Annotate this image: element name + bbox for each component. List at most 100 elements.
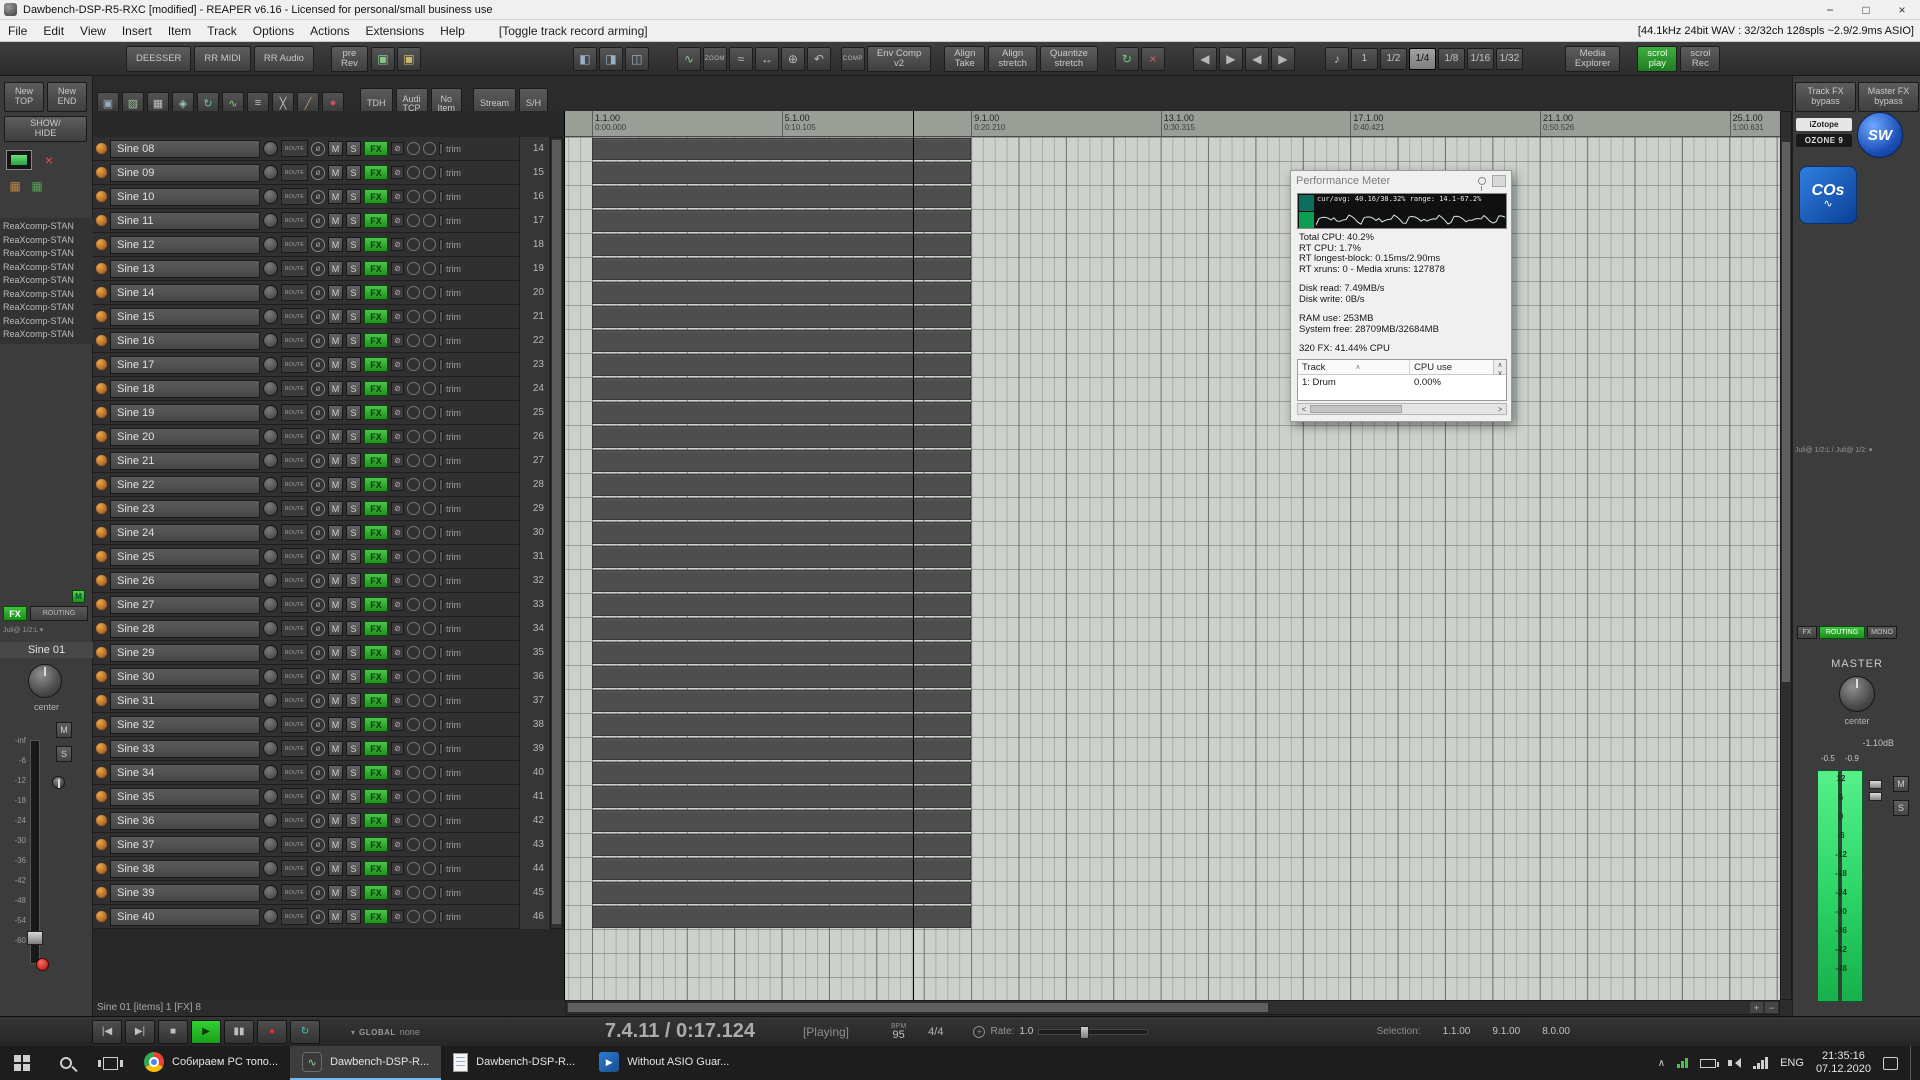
solo-button[interactable]: S bbox=[346, 789, 361, 804]
solo-button[interactable]: S bbox=[346, 429, 361, 444]
env2-button[interactable] bbox=[423, 526, 436, 539]
fx-bypass-button[interactable]: ⊘ bbox=[391, 382, 404, 395]
env1-button[interactable] bbox=[407, 742, 420, 755]
route-button[interactable]: ROUTE bbox=[281, 188, 308, 205]
fx-bypass-button[interactable]: ⊘ bbox=[391, 190, 404, 203]
bpm-display[interactable]: BPM95 bbox=[891, 1023, 906, 1041]
track-row[interactable]: Sine 13ROUTEøMSFX⊘trim19 bbox=[93, 257, 549, 281]
fx-bypass-button[interactable]: ⊘ bbox=[391, 814, 404, 827]
media-item[interactable] bbox=[592, 762, 971, 784]
fx-chain-item[interactable]: ReaXcomp-STAN bbox=[3, 274, 93, 288]
track-color-icon[interactable] bbox=[96, 815, 107, 826]
next-marker-icon[interactable]: ▶ bbox=[1219, 47, 1243, 71]
pause-button[interactable]: ▮▮ bbox=[224, 1020, 254, 1044]
note-icon[interactable]: ♪ bbox=[1325, 47, 1349, 71]
env1-button[interactable] bbox=[407, 766, 420, 779]
route-button[interactable]: ROUTE bbox=[281, 404, 308, 421]
phase-button[interactable]: ø bbox=[311, 886, 325, 900]
recarm-knob[interactable] bbox=[263, 885, 278, 900]
track-name[interactable]: Sine 33 bbox=[110, 740, 260, 758]
media-item[interactable] bbox=[592, 258, 971, 280]
maximize-button[interactable]: □ bbox=[1848, 0, 1884, 19]
taskbar-app-asio[interactable]: ▶Without ASIO Guar... bbox=[587, 1046, 741, 1080]
selected-track-fx-button[interactable]: FX bbox=[3, 606, 27, 621]
volume-fader[interactable] bbox=[30, 740, 40, 964]
track-row[interactable]: Sine 22ROUTEøMSFX⊘trim28 bbox=[93, 473, 549, 497]
route-button[interactable]: ROUTE bbox=[281, 668, 308, 685]
repeat-button[interactable]: ↻ bbox=[290, 1020, 320, 1044]
phase-button[interactable]: ø bbox=[311, 142, 325, 156]
media-item[interactable] bbox=[592, 210, 971, 232]
pan-knob[interactable] bbox=[28, 664, 62, 698]
track-color-icon[interactable] bbox=[96, 383, 107, 394]
route-button[interactable]: ROUTE bbox=[281, 236, 308, 253]
trim-fader-icon[interactable] bbox=[439, 143, 443, 155]
phase-button[interactable]: ø bbox=[311, 526, 325, 540]
media-item[interactable] bbox=[592, 138, 971, 160]
solo-button[interactable]: S bbox=[346, 909, 361, 924]
trim-fader-icon[interactable] bbox=[439, 167, 443, 179]
phase-button[interactable]: ø bbox=[311, 718, 325, 732]
route-button[interactable]: ROUTE bbox=[281, 308, 308, 325]
phase-button[interactable]: ø bbox=[311, 166, 325, 180]
mute-button[interactable]: M bbox=[328, 549, 343, 564]
media-item[interactable] bbox=[592, 858, 971, 880]
fx-button[interactable]: FX bbox=[364, 309, 388, 324]
table-vscrollbar[interactable]: ∧∨ bbox=[1493, 360, 1506, 374]
solo-button[interactable]: S bbox=[346, 645, 361, 660]
phase-button[interactable]: ø bbox=[311, 358, 325, 372]
media-item[interactable] bbox=[592, 402, 971, 424]
mute-button[interactable]: M bbox=[328, 573, 343, 588]
track-color-icon[interactable] bbox=[96, 647, 107, 658]
scroll-play-button[interactable]: scrol play bbox=[1637, 46, 1677, 72]
fx-button[interactable]: FX bbox=[364, 669, 388, 684]
mute-button[interactable]: M bbox=[328, 429, 343, 444]
menu-options[interactable]: Options bbox=[245, 22, 302, 40]
phase-button[interactable]: ø bbox=[311, 742, 325, 756]
fx-button[interactable]: FX bbox=[364, 837, 388, 852]
track-name[interactable]: Sine 26 bbox=[110, 572, 260, 590]
env2-button[interactable] bbox=[423, 838, 436, 851]
mute-button[interactable]: M bbox=[328, 237, 343, 252]
zoom-in-icon[interactable]: ⊕ bbox=[781, 47, 805, 71]
fx-chain-item[interactable]: ReaXcomp-STAN bbox=[3, 220, 93, 234]
media-item[interactable] bbox=[592, 834, 971, 856]
phase-button[interactable]: ø bbox=[311, 910, 325, 924]
phase-button[interactable]: ø bbox=[311, 334, 325, 348]
env2-button[interactable] bbox=[423, 454, 436, 467]
env2-button[interactable] bbox=[423, 742, 436, 755]
scroll-rec-button[interactable]: scrol Rec bbox=[1680, 46, 1720, 72]
env2-button[interactable] bbox=[423, 166, 436, 179]
track-name[interactable]: Sine 21 bbox=[110, 452, 260, 470]
play-button[interactable]: ▶ bbox=[191, 1020, 221, 1044]
track-name[interactable]: Sine 30 bbox=[110, 668, 260, 686]
media-item[interactable] bbox=[592, 234, 971, 256]
phase-button[interactable]: ø bbox=[311, 214, 325, 228]
route-button[interactable]: ROUTE bbox=[281, 476, 308, 493]
fx-bypass-button[interactable]: ⊘ bbox=[391, 646, 404, 659]
mute-button[interactable]: M bbox=[328, 837, 343, 852]
mute-button[interactable]: M bbox=[328, 693, 343, 708]
recarm-knob[interactable] bbox=[263, 909, 278, 924]
fx-monitor-icon[interactable] bbox=[6, 150, 32, 170]
track-name[interactable]: Sine 22 bbox=[110, 476, 260, 494]
phase-button[interactable]: ø bbox=[311, 838, 325, 852]
track-row[interactable]: Sine 11ROUTEøMSFX⊘trim17 bbox=[93, 209, 549, 233]
fx-bypass-button[interactable]: ⊘ bbox=[391, 406, 404, 419]
track-color-icon[interactable] bbox=[96, 479, 107, 490]
master-fx-button[interactable]: FX bbox=[1797, 626, 1817, 639]
phase-button[interactable]: ø bbox=[311, 262, 325, 276]
fx-bypass-button[interactable]: ⊘ bbox=[391, 502, 404, 515]
env1-button[interactable] bbox=[407, 526, 420, 539]
trim-fader-icon[interactable] bbox=[439, 503, 443, 515]
route-button[interactable]: ROUTE bbox=[281, 740, 308, 757]
fx-chain-item[interactable]: ReaXcomp-STAN bbox=[3, 288, 93, 302]
track-color-icon[interactable] bbox=[96, 767, 107, 778]
route-button[interactable]: ROUTE bbox=[281, 908, 308, 925]
menu-extensions[interactable]: Extensions bbox=[357, 22, 432, 40]
recarm-knob[interactable] bbox=[263, 333, 278, 348]
master-output-label[interactable]: Juli@ 1/2:L / Juli@ 1/2: ▾ bbox=[1795, 446, 1872, 454]
track-row[interactable]: Sine 36ROUTEøMSFX⊘trim42 bbox=[93, 809, 549, 833]
scroll-right-icon[interactable]: > bbox=[1494, 405, 1506, 414]
render-stems-icon[interactable]: ▣ bbox=[371, 47, 395, 71]
